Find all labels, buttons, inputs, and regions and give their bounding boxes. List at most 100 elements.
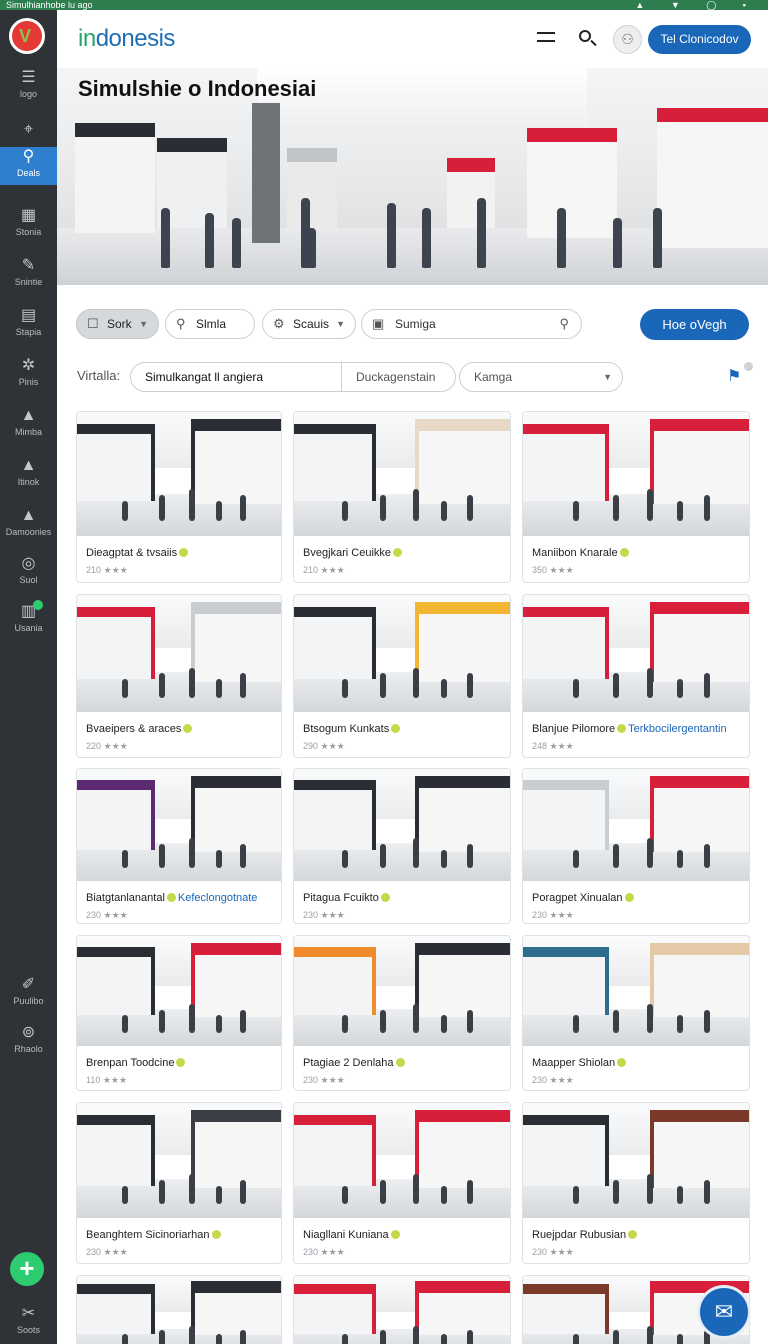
store-thumbnail	[294, 1276, 510, 1344]
shopper-figure	[380, 844, 387, 868]
shopper-figure	[676, 1333, 683, 1344]
store-card[interactable]: Ptagiae 2 Denlaha 230 ★★★	[293, 935, 511, 1091]
shopper-figure	[158, 1009, 165, 1033]
sidebar-item-13[interactable]: ⊚ Rhaolo	[0, 1023, 57, 1063]
hero-storefront	[657, 108, 768, 248]
hero-storefront	[75, 123, 155, 233]
shopper-figure	[647, 838, 654, 868]
shopper-figure	[572, 849, 579, 868]
store-card-tag[interactable]: Terkbocilergentantin	[628, 723, 726, 735]
shopper-figure	[341, 1015, 348, 1033]
primary-action-button[interactable]: Hoe oVegh	[640, 309, 749, 340]
settings-icon: ⊚	[21, 1024, 36, 1041]
store-card[interactable]: Blanjue Pilomore Terkbocilergentantin 248 …	[522, 594, 750, 758]
store-card-title: Pitagua Fcuikto	[303, 892, 501, 904]
store-card[interactable]: Maniibon Knarale 350 ★★★	[522, 411, 750, 583]
pin-icon[interactable]: ⚑	[727, 362, 753, 386]
chat-fab[interactable]: ✉	[697, 1285, 751, 1339]
store-card-title: Blanjue Pilomore Terkbocilergentantin	[532, 723, 727, 735]
store-card-rating: 230 ★★★	[303, 910, 345, 920]
shopper-figure	[158, 495, 165, 522]
shopper-figure	[158, 673, 165, 698]
filter-chip-scauis[interactable]: ⚙ Scauis ▼	[262, 309, 356, 339]
store-card-tag[interactable]: Kefeclongotnate	[178, 892, 258, 904]
sort-dropdown[interactable]: ☐ Sork ▼	[76, 309, 159, 339]
sidebar-item-3[interactable]: ▦ Stonia	[0, 206, 57, 246]
sidebar-item-6[interactable]: ✲ Pinis	[0, 356, 57, 396]
store-card-title: Brenpan Toodcine	[86, 1057, 272, 1069]
shopper-figure	[121, 1015, 128, 1033]
sidebar-item-label: logo	[19, 89, 37, 99]
menu-icon[interactable]	[537, 26, 557, 50]
store-card-title: Bvegjkari Ceuikke	[303, 547, 501, 559]
header-cta-button[interactable]: Tel Clonicodov	[648, 25, 751, 54]
shopper-figure	[215, 849, 222, 868]
store-card[interactable]: Biatgtanlanantal Kefeclongotnate 230 ★★★	[76, 768, 282, 924]
store-card[interactable]: Bvegjkari Ceuikke 210 ★★★	[293, 411, 511, 583]
sidebar-item-4[interactable]: ✎ Snintie	[0, 256, 57, 296]
store-card[interactable]: Niagllani Kuniana 230 ★★★	[293, 1102, 511, 1264]
sidebar-item-8[interactable]: ▲ Itinok	[0, 456, 57, 496]
shopper-figure	[189, 667, 196, 698]
location-input[interactable]: Simulkangat ll angiera	[130, 362, 342, 392]
shopper-figure	[189, 838, 196, 868]
store-card[interactable]: Maapper Shiolan 230 ★★★	[522, 935, 750, 1091]
shopper-figure	[341, 679, 348, 698]
store-thumbnail	[294, 412, 510, 536]
app-logo[interactable]: V	[9, 18, 45, 54]
store-card[interactable]: Ruejpdar Rubusian 230 ★★★	[522, 1102, 750, 1264]
store-thumbnail	[77, 595, 281, 712]
store-card-rating: 230 ★★★	[303, 1075, 345, 1085]
shopper-figure	[440, 679, 447, 698]
add-button[interactable]: +	[10, 1252, 44, 1286]
shopper-figure	[380, 673, 387, 698]
shopper-figure	[676, 849, 683, 868]
sidebar-item-0[interactable]: ☰ logo	[0, 68, 57, 108]
store-card[interactable]: Btsogum Kunkats 290 ★★★	[293, 594, 511, 758]
sidebar-item-11[interactable]: ▥ Usania	[0, 600, 57, 642]
verified-icon	[390, 1230, 400, 1239]
user-avatar[interactable]: ⚇	[613, 25, 642, 54]
store-card[interactable]	[76, 1275, 282, 1344]
shopper-figure	[647, 667, 654, 698]
mountain-icon: ▲	[20, 457, 37, 474]
notification-badge	[33, 600, 43, 610]
calendar-icon: ▣	[372, 316, 385, 331]
store-thumbnail	[523, 412, 749, 536]
sidebar-item-label: Puulibo	[13, 996, 44, 1006]
sidebar-item-label: Rhaolo	[14, 1044, 43, 1054]
store-card[interactable]: Pitagua Fcuikto 230 ★★★	[293, 768, 511, 924]
store-card[interactable]: Poragpet Xinualan 230 ★★★	[522, 768, 750, 924]
store-card[interactable]	[293, 1275, 511, 1344]
sub-filter-row: Virtalla: Simulkangat ll angiera Duckage…	[57, 360, 768, 394]
sidebar-item-5[interactable]: ▤ Stapia	[0, 306, 57, 346]
sidebar-item-14[interactable]: ✂ Soots	[0, 1304, 57, 1344]
category-input[interactable]: Duckagenstain	[341, 362, 456, 392]
store-card[interactable]: Dieagptat & tvsaiis 210 ★★★	[76, 411, 282, 583]
hero-shopper	[477, 198, 486, 268]
store-card[interactable]: Bvaeipers & araces 220 ★★★	[76, 594, 282, 758]
store-thumbnail	[523, 595, 749, 712]
store-card-rating: 210 ★★★	[303, 565, 345, 575]
sidebar-item-10[interactable]: ◎ Suol	[0, 554, 57, 594]
store-card[interactable]: Beanghtem Sicinoriarhan 230 ★★★	[76, 1102, 282, 1264]
store-thumbnail	[77, 1103, 281, 1218]
verified-icon	[380, 893, 390, 902]
type-select[interactable]: Kamga ▼	[459, 362, 623, 392]
store-card[interactable]: Brenpan Toodcine 110 ★★★	[76, 935, 282, 1091]
verified-icon	[617, 724, 627, 733]
sidebar-item-12[interactable]: ✐ Puulibo	[0, 975, 57, 1015]
sidebar-item-9[interactable]: ▲ Damoonies	[0, 506, 57, 546]
hero-storefront	[287, 148, 337, 228]
filter-chip-slmla[interactable]: ⚲ Slmla	[165, 309, 255, 339]
pen-icon: ✐	[21, 976, 36, 993]
hero-banner: Simulshie o Indonesiai	[57, 68, 768, 285]
shopper-figure	[121, 1185, 128, 1205]
tag-icon: ⚙	[273, 316, 285, 331]
sidebar-item-7[interactable]: ▲ Mimba	[0, 406, 57, 446]
search-input[interactable]: ▣ Sumiga ⚲	[361, 309, 582, 339]
brand-logo[interactable]: indonesis	[78, 25, 175, 53]
verified-icon	[183, 724, 193, 733]
search-icon[interactable]	[577, 28, 599, 50]
sidebar-item-2[interactable]: ⚲ Deals	[0, 147, 57, 185]
